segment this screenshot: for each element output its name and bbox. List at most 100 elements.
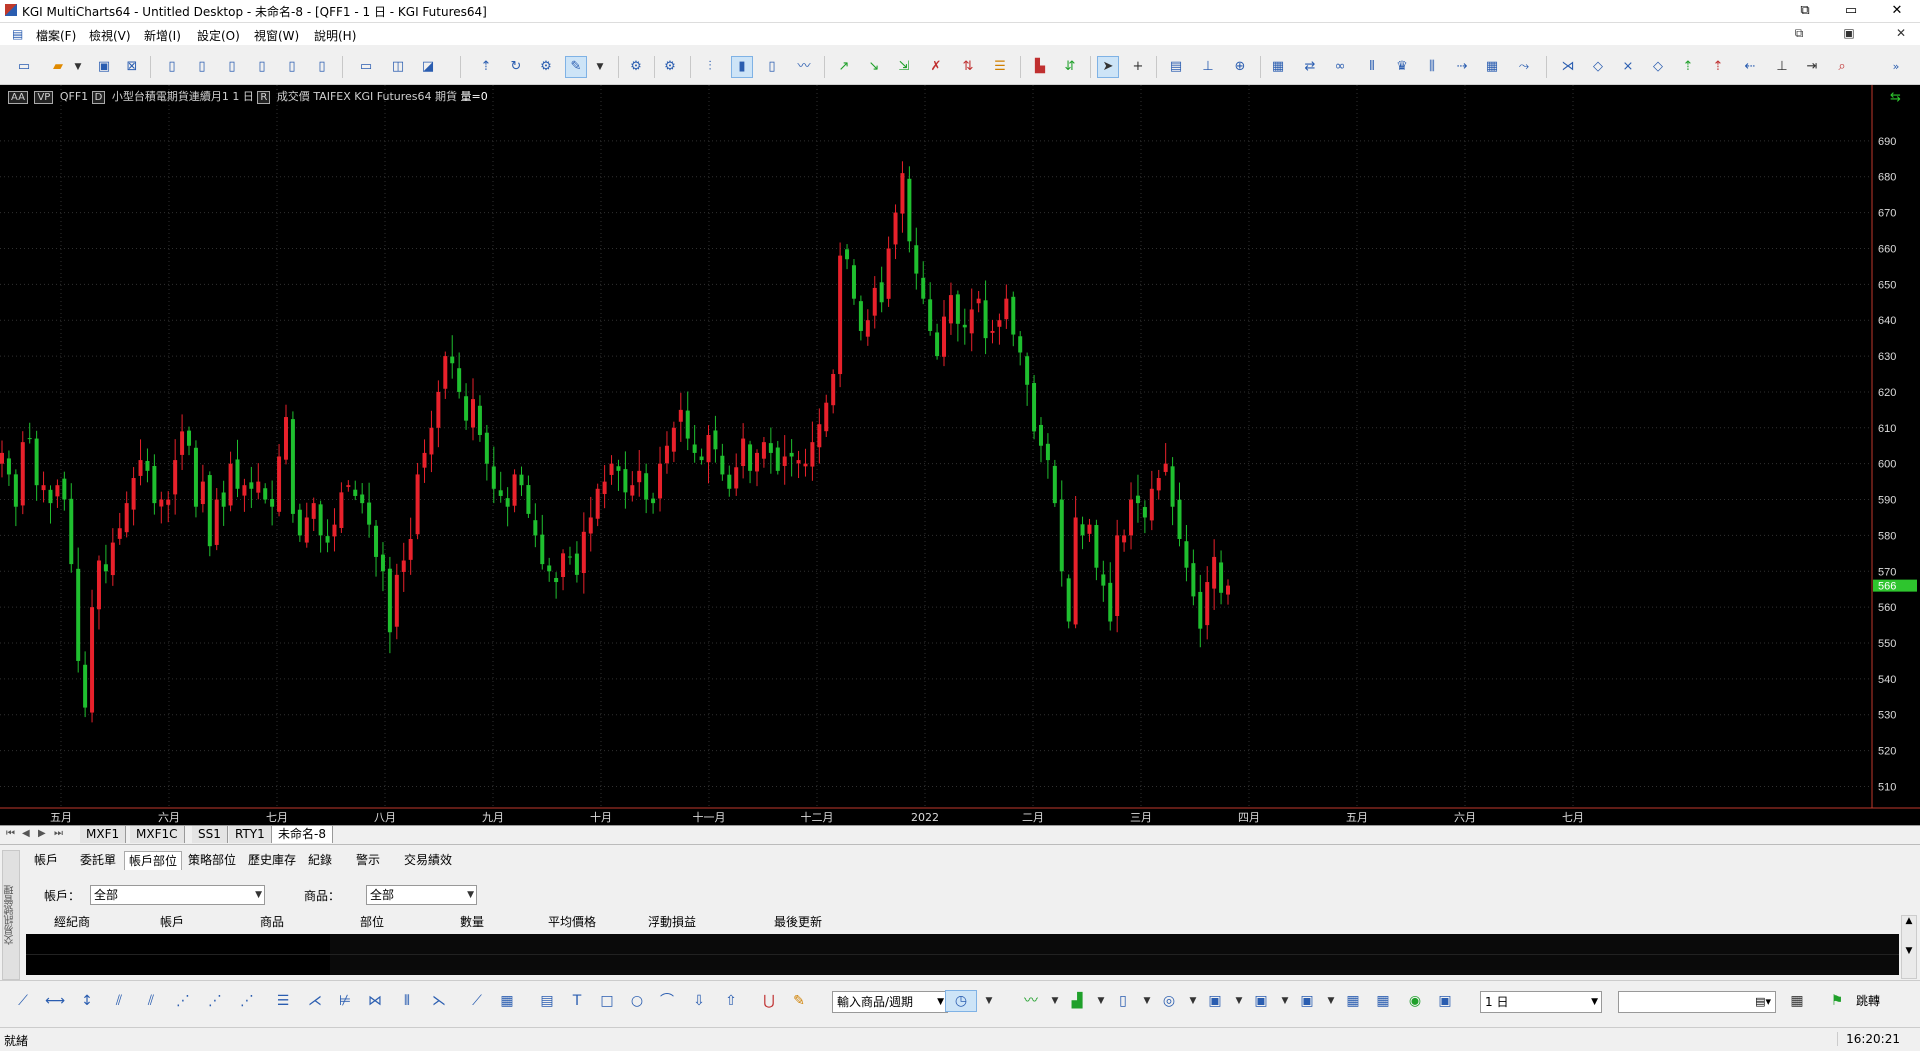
pointer-tool-icon[interactable]: ➤ — [1097, 56, 1119, 78]
sheet-tab-untitled-8[interactable]: 未命名-8 — [272, 826, 333, 843]
quick-strategy-icon[interactable]: ▣ — [1296, 991, 1318, 1011]
save-icon[interactable]: ▣ — [94, 57, 114, 77]
fibonacci-extension-icon[interactable]: ⋌ — [304, 991, 326, 1011]
remove-signal-icon[interactable]: ✗ — [926, 57, 946, 77]
zoom-reset-icon[interactable]: ⨯ — [1618, 57, 1638, 77]
histogram-icon[interactable]: ⫼ — [1422, 57, 1442, 77]
resolution-box[interactable]: R — [257, 91, 271, 104]
next-tab-icon[interactable]: ▶ — [38, 828, 46, 839]
date-picker-icon[interactable]: ▦ — [1786, 991, 1808, 1011]
strategy-performance-icon[interactable]: ⇅ — [958, 57, 978, 77]
chart-analysis-icon[interactable]: ⤳ — [1514, 57, 1534, 77]
columns-icon[interactable]: ⦀ — [1362, 57, 1382, 77]
menu-view[interactable]: 檢視(V) — [89, 27, 131, 44]
replay-icon[interactable]: ⇢ — [1452, 57, 1472, 77]
andrews-pitchfork-icon[interactable]: ⊭ — [334, 991, 356, 1011]
insert-indicator-icon[interactable]: ⇡ — [476, 57, 496, 77]
zoom-in-horizontal-icon[interactable]: ◇ — [1588, 57, 1608, 77]
column-header-position[interactable]: 部位 — [360, 913, 384, 929]
new-chart-icon[interactable]: ▯ — [162, 57, 182, 77]
tab-account-positions[interactable]: 帳戶部位 — [124, 851, 183, 870]
format-dropdown-icon[interactable]: ▼ — [590, 57, 610, 77]
insert-study-icon[interactable]: ▙ — [1030, 57, 1050, 77]
time-zones-icon[interactable]: ⦀ — [396, 991, 418, 1011]
sheet-tab-rty1[interactable]: RTY1 — [229, 826, 272, 843]
tab-alerts[interactable]: 警示 — [352, 851, 384, 869]
new-web-icon[interactable]: ◫ — [388, 57, 408, 77]
save-layout-icon[interactable]: ▣ — [1434, 991, 1456, 1011]
sheet-tab-mxf1c[interactable]: MXF1C — [130, 826, 185, 843]
sell-signal-icon[interactable]: ↘ — [864, 57, 884, 77]
global-icon[interactable]: ◉ — [1404, 991, 1426, 1011]
quick-strategy-dropdown-icon[interactable]: ▼ — [1320, 991, 1342, 1011]
magnet-icon[interactable]: ⋃ — [758, 991, 780, 1011]
fibonacci-retracement-icon[interactable]: ☰ — [272, 991, 294, 1011]
data-window-icon[interactable]: ▤ — [1166, 57, 1186, 77]
period-select[interactable]: 1 日 ▼ — [1480, 991, 1602, 1013]
strategy-settings-icon[interactable]: ⚙ — [660, 57, 680, 77]
quick-alert-icon[interactable]: ◎ — [1158, 991, 1180, 1011]
format-drawing-icon[interactable]: ✎ — [788, 991, 810, 1011]
vp-box[interactable]: VP — [34, 91, 54, 104]
new-quote-icon[interactable]: ▯ — [282, 57, 302, 77]
scroll-up-icon[interactable]: ⇡ — [1678, 57, 1698, 77]
column-header-floating-pnl[interactable]: 浮動損益 — [648, 913, 696, 929]
tab-strategy-positions[interactable]: 策略部位 — [184, 851, 240, 869]
quick-bar-dropdown-icon[interactable]: ▼ — [1090, 991, 1112, 1011]
maximize-window-button[interactable]: ▭ — [1828, 0, 1874, 22]
market-profile-icon[interactable]: ⇵ — [1060, 57, 1080, 77]
clock-dropdown-icon[interactable]: ▼ — [978, 991, 1000, 1011]
quick-template-dropdown-icon[interactable]: ▼ — [1274, 991, 1296, 1011]
new-report-icon[interactable]: ▯ — [312, 57, 332, 77]
prev-tab-icon[interactable]: ◀ — [22, 828, 30, 839]
tab-logs[interactable]: 紀錄 — [304, 851, 336, 869]
zoom-out-horizontal-icon[interactable]: ⋊ — [1558, 57, 1578, 77]
regression-channel-icon[interactable]: ⟋ — [466, 991, 488, 1011]
mdi-close-button[interactable]: ✕ — [1888, 26, 1914, 40]
speed-lines-tool-icon[interactable]: ⋰ — [204, 991, 226, 1011]
menu-doc-icon[interactable]: ▤ — [12, 27, 23, 41]
auto-scroll-icon[interactable]: ⇥ — [1802, 57, 1822, 77]
order-panel-side-label[interactable]: 交易訊號管理 — [2, 850, 20, 980]
horizontal-line-tool-icon[interactable]: ⟷ — [44, 991, 66, 1011]
tab-performance[interactable]: 交易績效 — [400, 851, 456, 869]
column-header-broker[interactable]: 經紀商 — [54, 913, 90, 929]
ellipse-tool-icon[interactable]: ○ — [626, 991, 648, 1011]
quick-study-icon[interactable]: ▣ — [1204, 991, 1226, 1011]
format-symbol-icon[interactable]: ⚙ — [626, 57, 646, 77]
insert-signal-icon[interactable]: ↻ — [506, 57, 526, 77]
quick-line-icon[interactable]: 〰 — [1020, 991, 1042, 1011]
first-tab-icon[interactable]: ⏮ — [6, 828, 15, 839]
channel-tool-icon[interactable]: ⫽ — [108, 991, 130, 1011]
search-icon[interactable]: ⌕ — [1832, 57, 1852, 77]
last-tab-icon[interactable]: ⏭ — [54, 828, 63, 839]
positions-scrollbar[interactable]: ▲ ▼ — [1901, 915, 1917, 979]
menu-insert[interactable]: 新增(I) — [144, 27, 181, 44]
rectangle-tool-icon[interactable]: □ — [596, 991, 618, 1011]
quick-bar-icon[interactable]: ▟ — [1066, 991, 1088, 1011]
scroll-left-icon[interactable]: ⇠ — [1740, 57, 1760, 77]
arrow-down-tool-icon[interactable]: ⇩ — [688, 991, 710, 1011]
line-chart-icon[interactable]: 〰 — [794, 57, 814, 77]
chart-area[interactable]: 510 520 530 540 550 560 570 580 590 600 610 620 630 6… — [0, 85, 1920, 825]
column-header-quantity[interactable]: 數量 — [460, 913, 484, 929]
zoom-icon[interactable]: ⊕ — [1230, 57, 1250, 77]
quick-indicator-dropdown-icon[interactable]: ▼ — [1136, 991, 1158, 1011]
insert-drawing-icon[interactable]: ⚙ — [536, 57, 556, 77]
candlestick-icon[interactable]: ▮ — [731, 56, 753, 78]
menu-window[interactable]: 視窗(W) — [254, 27, 299, 44]
horizontal-line-icon[interactable]: ⊥ — [1198, 57, 1218, 77]
menu-file[interactable]: 檔案(F) — [36, 27, 76, 44]
restore-window-button[interactable]: ⧉ — [1782, 0, 1828, 22]
new-window-icon[interactable]: ▭ — [356, 57, 376, 77]
trendline-tool-icon[interactable]: ⟋ — [12, 991, 34, 1011]
volume-profile-icon[interactable]: ☰ — [990, 57, 1010, 77]
trade-bar-icon[interactable]: ⇄ — [1300, 57, 1320, 77]
speed-resistance-icon[interactable]: ⋋ — [428, 991, 450, 1011]
menu-settings[interactable]: 設定(O) — [197, 27, 240, 44]
gann-square-icon[interactable]: ▦ — [496, 991, 518, 1011]
open-dropdown-icon[interactable]: ▼ — [68, 57, 88, 77]
quote-table-icon[interactable]: ▦ — [1268, 57, 1288, 77]
quick-study-dropdown-icon[interactable]: ▼ — [1228, 991, 1250, 1011]
link-icon[interactable]: ∞ — [1330, 57, 1350, 77]
